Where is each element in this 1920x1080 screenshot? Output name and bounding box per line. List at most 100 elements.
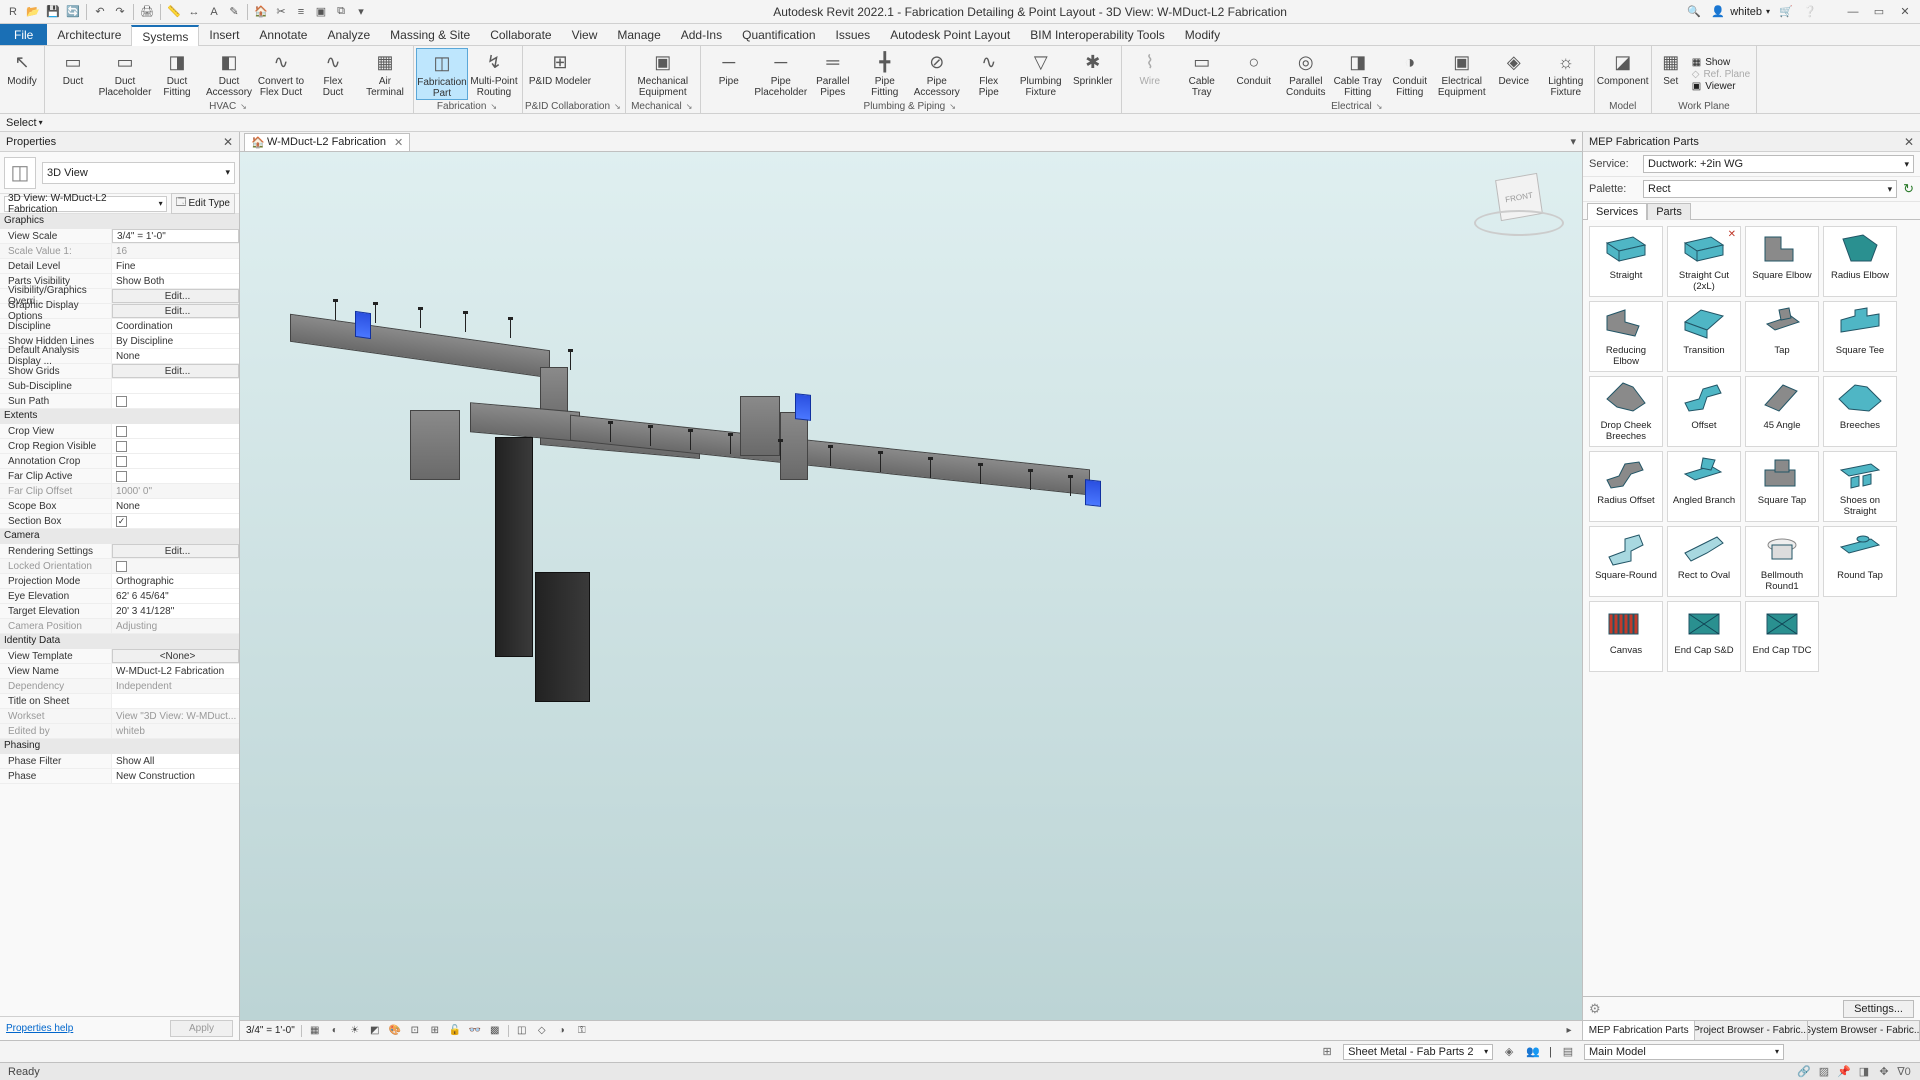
air-terminal-button[interactable]: ▦AirTerminal [359, 48, 411, 100]
pipe-accessory-button[interactable]: ⊘PipeAccessory [911, 48, 963, 100]
ribbon-tab-annotate[interactable]: Annotate [249, 24, 317, 45]
instance-dropdown[interactable]: 3D View: W-MDuct-L2 Fabrication▾ [4, 196, 167, 212]
prop-value[interactable]: Orthographic [112, 574, 239, 588]
parallel-pipes-button[interactable]: ═ParallelPipes [807, 48, 859, 100]
tab-parts[interactable]: Parts [1647, 203, 1691, 220]
undo-icon[interactable]: ↶ [91, 3, 109, 21]
duct-placeholder-button[interactable]: ▭DuctPlaceholder [99, 48, 151, 100]
pipe-placeholder-button[interactable]: ─PipePlaceholder [755, 48, 807, 100]
part-angled-branch[interactable]: Angled Branch [1667, 451, 1741, 522]
highlight-icon[interactable]: ◑ [555, 1024, 569, 1038]
prop-value[interactable]: 62' 6 45/64" [112, 589, 239, 603]
design-options-icon[interactable]: ▤ [1560, 1044, 1576, 1060]
conduit-fitting-button[interactable]: ◑ConduitFitting [1384, 48, 1436, 100]
active-workset-dropdown[interactable]: Sheet Metal - Fab Parts 2▾ [1343, 1044, 1493, 1060]
modify-button[interactable]: ↖ Modify [2, 48, 42, 100]
part-end-cap-tdc[interactable]: End Cap TDC [1745, 601, 1819, 672]
service-dropdown[interactable]: Ductwork: +2in WG▾ [1643, 155, 1914, 173]
view-cube[interactable]: FRONT [1474, 166, 1564, 256]
part-square-tap[interactable]: Square Tap [1745, 451, 1819, 522]
view-cube-ring[interactable] [1474, 210, 1564, 236]
apply-button[interactable]: Apply [170, 1020, 233, 1037]
revit-logo-icon[interactable]: R [4, 3, 22, 21]
detail-level-icon[interactable]: ▦ [308, 1024, 322, 1038]
switch-win-icon[interactable]: ⧉ [332, 3, 350, 21]
reload-palette-icon[interactable]: ↻ [1903, 181, 1914, 197]
conduit-button[interactable]: ○Conduit [1228, 48, 1280, 100]
part-radius-elbow[interactable]: Radius Elbow [1823, 226, 1897, 297]
part-reducing-elbow[interactable]: Reducing Elbow [1589, 301, 1663, 372]
user-menu[interactable]: 👤 whiteb ▾ [1710, 4, 1770, 20]
prop-checkbox[interactable] [112, 424, 239, 438]
duct-accessory-button[interactable]: ◧DuctAccessory [203, 48, 255, 100]
editable-only-icon[interactable]: ◈ [1501, 1044, 1517, 1060]
part-square-round[interactable]: Square-Round [1589, 526, 1663, 597]
part-straight[interactable]: Straight [1589, 226, 1663, 297]
help-icon[interactable]: ❔ [1802, 4, 1818, 20]
prop-edit-button[interactable]: Edit... [112, 289, 239, 303]
fabrication-parts-grid[interactable]: Straight✕Straight Cut (2xL)Square ElbowR… [1583, 220, 1920, 996]
tag-icon[interactable]: A [205, 3, 223, 21]
analytical-icon[interactable]: ◇ [535, 1024, 549, 1038]
multi-point-routing-button[interactable]: ↯Multi-PointRouting [468, 48, 520, 100]
reveal-constraints-icon[interactable]: ⚿ [575, 1024, 589, 1038]
window-close-icon[interactable]: ✕ [1896, 3, 1914, 21]
prop-value[interactable]: Coordination [112, 319, 239, 333]
worksharing-disp-icon[interactable]: ◫ [515, 1024, 529, 1038]
part-shoes-on-straight[interactable]: Shoes on Straight [1823, 451, 1897, 522]
sun-path-icon[interactable]: ☀ [348, 1024, 362, 1038]
worksets-icon[interactable]: ⊞ [1319, 1044, 1335, 1060]
reveal-icon[interactable]: ▩ [488, 1024, 502, 1038]
component-button[interactable]: ◪Component [1597, 48, 1649, 100]
open-icon[interactable]: 📂 [24, 3, 42, 21]
part-straight-cut-2xl-[interactable]: ✕Straight Cut (2xL) [1667, 226, 1741, 297]
view-scroll-right-icon[interactable]: ▸ [1562, 1024, 1576, 1038]
save-icon[interactable]: 💾 [44, 3, 62, 21]
editing-requests-icon[interactable]: 👥 [1525, 1044, 1541, 1060]
prop-edit-button[interactable]: Edit... [112, 304, 239, 318]
flex-duct-button[interactable]: ∿FlexDuct [307, 48, 359, 100]
prop-group-extents[interactable]: Extents [0, 409, 239, 424]
select-face-icon[interactable]: ◨ [1856, 1065, 1872, 1079]
convert-to-flex-duct-button[interactable]: ∿Convert toFlex Duct [255, 48, 307, 100]
ribbon-tab-autodesk-point-layout[interactable]: Autodesk Point Layout [880, 24, 1020, 45]
section-icon[interactable]: ✂ [272, 3, 290, 21]
design-option-dropdown[interactable]: Main Model▾ [1584, 1044, 1784, 1060]
ribbon-tab-bim-interoperability-tools[interactable]: BIM Interoperability Tools [1020, 24, 1175, 45]
ribbon-tab-add-ins[interactable]: Add-Ins [671, 24, 732, 45]
properties-close-icon[interactable]: ✕ [223, 135, 233, 149]
cable-tray-button[interactable]: ▭CableTray [1176, 48, 1228, 100]
part-remove-icon[interactable]: ✕ [1728, 229, 1736, 240]
prop-group-identity-data[interactable]: Identity Data [0, 634, 239, 649]
properties-help-link[interactable]: Properties help [6, 1023, 73, 1034]
view-tab-active[interactable]: 🏠 W-MDuct-L2 Fabrication ✕ [244, 133, 410, 151]
part-square-elbow[interactable]: Square Elbow [1745, 226, 1819, 297]
plumbing-fixture-button[interactable]: ▽PlumbingFixture [1015, 48, 1067, 100]
qat-dropdown-icon[interactable]: ▾ [352, 3, 370, 21]
part-breeches[interactable]: Breeches [1823, 376, 1897, 447]
ribbon-tab-quantification[interactable]: Quantification [732, 24, 825, 45]
ribbon-tab-modify[interactable]: Modify [1175, 24, 1230, 45]
prop-value[interactable]: Show Both [112, 274, 239, 288]
ribbon-tab-massing-site[interactable]: Massing & Site [380, 24, 480, 45]
crop-icon[interactable]: ⊡ [408, 1024, 422, 1038]
part-radius-offset[interactable]: Radius Offset [1589, 451, 1663, 522]
prop-value[interactable]: New Construction [112, 769, 239, 783]
viewer-button[interactable]: ▣Viewer [1692, 81, 1750, 92]
crop-vis-icon[interactable]: ⊞ [428, 1024, 442, 1038]
view-tabs-menu-icon[interactable]: ▾ [1570, 135, 1576, 148]
edit-type-button[interactable]: 🗔Edit Type [171, 193, 235, 214]
ribbon-tab-analyze[interactable]: Analyze [317, 24, 380, 45]
prop-checkbox[interactable] [112, 469, 239, 483]
cart-icon[interactable]: 🛒 [1778, 4, 1794, 20]
palette-dropdown[interactable]: Rect▾ [1643, 180, 1897, 198]
align-dim-icon[interactable]: ↔ [185, 3, 203, 21]
default3d-icon[interactable]: 🏠 [252, 3, 270, 21]
rendering-icon[interactable]: 🎨 [388, 1024, 402, 1038]
prop-value[interactable]: By Discipline [112, 334, 239, 348]
part-transition[interactable]: Transition [1667, 301, 1741, 372]
properties-scroll[interactable]: GraphicsView Scale3/4" = 1'-0"Scale Valu… [0, 214, 239, 1016]
fabrication-part-button[interactable]: ◫FabricationPart [416, 48, 468, 100]
ribbon-tab-issues[interactable]: Issues [826, 24, 881, 45]
btab-projectbrowser[interactable]: Project Browser - Fabric... [1695, 1021, 1807, 1040]
